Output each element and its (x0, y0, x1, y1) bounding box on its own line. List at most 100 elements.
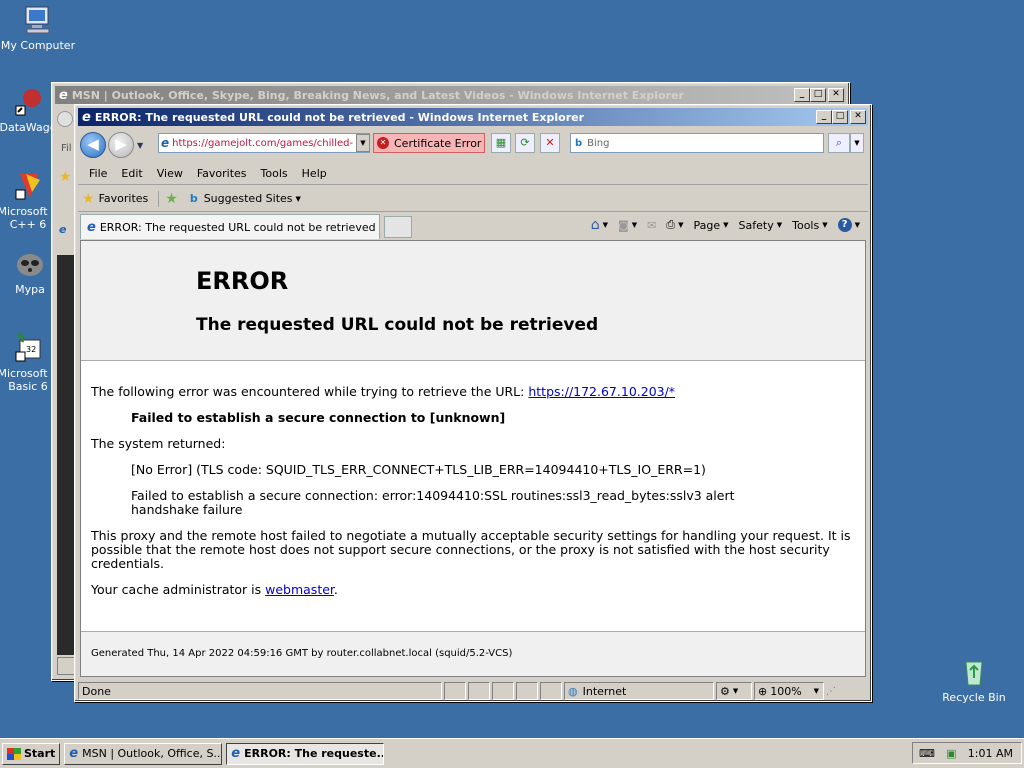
tab-error[interactable]: e ERROR: The requested URL could not be … (80, 214, 380, 239)
rss-icon: ◙ (618, 218, 629, 232)
zoom-level: 100% (770, 684, 802, 698)
certificate-error-button[interactable]: ✕ Certificate Error (373, 133, 485, 153)
security-zone-pane[interactable]: ◍ Internet (564, 682, 714, 700)
resize-grip-icon[interactable]: ⋰ (826, 686, 836, 697)
bing-icon: b (189, 192, 198, 205)
bing-icon: b (575, 137, 583, 149)
clock[interactable]: 1:01 AM (968, 747, 1013, 760)
page-menu[interactable]: Page ▼ (694, 219, 729, 232)
print-button[interactable]: ⎙ ▼ (666, 218, 683, 232)
error-header: ERROR The requested URL could not be ret… (81, 241, 865, 361)
refresh-button[interactable]: ⟳ (515, 133, 535, 153)
desktop-icon-my-computer[interactable]: My Computer (0, 4, 76, 52)
tls-code-message: [No Error] (TLS code: SQUID_TLS_ERR_CONN… (131, 462, 706, 477)
ie-page-icon: e (161, 136, 170, 150)
windows-flag-icon (7, 747, 21, 760)
menu-bar: File Edit View Favorites Tools Help (78, 163, 868, 185)
error-url-link[interactable]: https://172.67.10.203/* (528, 384, 675, 399)
ssl-error-line-2: handshake failure (131, 502, 243, 517)
status-pane (444, 682, 466, 700)
svg-text:32: 32 (26, 345, 36, 354)
back-button[interactable] (57, 111, 73, 127)
help-button[interactable]: ? ▼ (837, 218, 860, 232)
status-pane (540, 682, 562, 700)
chevron-down-icon: ▼ (295, 194, 301, 203)
menu-help[interactable]: Help (302, 167, 327, 180)
ssl-error-line-1: Failed to establish a secure connection:… (131, 488, 735, 503)
close-button[interactable]: ✕ (850, 110, 866, 124)
back-button[interactable]: ◀ (80, 132, 106, 158)
add-to-favorites-bar-button[interactable]: ★ (158, 190, 182, 207)
home-button[interactable]: ⌂ ▼ (591, 217, 608, 233)
ie-title-bar[interactable]: e ERROR: The requested URL could not be … (78, 108, 868, 126)
error-explanation: This proxy and the remote host failed to… (91, 528, 851, 571)
visual-cpp-icon (12, 170, 44, 202)
datawage-icon (12, 86, 44, 118)
help-icon: ? (837, 218, 852, 232)
status-text-pane: Done (78, 682, 442, 700)
minimize-button[interactable]: _ (816, 110, 832, 124)
stop-button[interactable]: ✕ (540, 133, 560, 153)
add-favorite-icon: ★ (165, 190, 178, 207)
msn-title-bar[interactable]: e MSN | Outlook, Office, Skype, Bing, Br… (55, 86, 846, 104)
favorites-star-icon[interactable]: ★ (59, 169, 72, 185)
minimize-button[interactable]: _ (794, 88, 810, 102)
read-mail-button[interactable]: ✉ (647, 219, 656, 232)
favorites-label: Favorites (98, 192, 149, 205)
menu-view[interactable]: View (157, 167, 183, 180)
menu-file[interactable]: File (89, 167, 107, 180)
taskbar-button-label: MSN | Outlook, Office, S... (82, 747, 223, 760)
search-placeholder: Bing (587, 137, 610, 149)
error-heading: ERROR (196, 267, 289, 295)
suggested-sites-button[interactable]: b Suggested Sites ▼ (190, 192, 301, 205)
close-button[interactable]: ✕ (828, 88, 844, 102)
webmaster-link[interactable]: webmaster (265, 582, 334, 597)
safety-menu[interactable]: Safety ▼ (739, 219, 783, 232)
msn-page-strip (57, 255, 75, 655)
feeds-button[interactable]: ◙ ▼ (618, 219, 637, 232)
status-pane (516, 682, 538, 700)
taskbar-button-label: ERROR: The requeste... (244, 747, 385, 760)
favorites-button[interactable]: ★ Favorites (82, 191, 148, 207)
ie-icon: e (82, 109, 91, 125)
search-options-button[interactable]: ▼ (850, 133, 864, 153)
protected-mode-button[interactable]: ⚙ ▼ (716, 682, 752, 700)
error-intro-text: The following error was encountered whil… (91, 384, 529, 399)
taskbar-button-msn[interactable]: e MSN | Outlook, Office, S... (64, 742, 223, 765)
menu-tools[interactable]: Tools (261, 167, 288, 180)
desktop-icon-recycle-bin[interactable]: Recycle Bin (936, 656, 1012, 704)
address-dropdown-button[interactable]: ▼ (356, 134, 370, 152)
menu-favorites[interactable]: Favorites (197, 167, 247, 180)
menu-edit[interactable]: Edit (121, 167, 142, 180)
visual-basic-icon: 32 (12, 332, 44, 364)
search-input[interactable]: b Bing (570, 133, 824, 153)
msn-menu-fragment: Fil (61, 143, 72, 154)
desktop-icon-label: Recycle Bin (942, 691, 1006, 704)
error-intro: The following error was encountered whil… (91, 385, 675, 399)
maximize-button[interactable]: □ (832, 110, 848, 124)
cache-admin-prefix: Your cache administrator is (91, 582, 266, 597)
ie-window[interactable]: e ERROR: The requested URL could not be … (74, 104, 872, 702)
keyboard-icon[interactable]: ⌨ (919, 747, 935, 760)
start-button[interactable]: Start (2, 742, 61, 765)
status-pane (468, 682, 490, 700)
zoom-button[interactable]: ⊕ 100% ▼ (754, 682, 824, 700)
ie-window-title: ERROR: The requested URL could not be re… (94, 110, 585, 124)
generated-timestamp: Generated Thu, 14 Apr 2022 04:59:16 GMT … (91, 648, 513, 659)
network-icon[interactable]: ▣ (946, 747, 956, 760)
taskbar-button-error[interactable]: e ERROR: The requeste... (226, 742, 385, 765)
forward-button[interactable]: ▶ (108, 132, 134, 158)
cache-admin-line: Your cache administrator is webmaster. (91, 583, 338, 597)
mail-icon: ✉ (647, 218, 657, 232)
new-tab-button[interactable] (384, 216, 412, 238)
tools-menu[interactable]: Tools ▼ (792, 219, 828, 232)
system-tray: ⌨ ▣ 1:01 AM (912, 742, 1022, 764)
ie-icon: e (59, 223, 67, 236)
recent-pages-dropdown-icon[interactable]: ▼ (137, 141, 143, 150)
search-button[interactable]: ⌕ (828, 133, 850, 153)
command-bar: ⌂ ▼ ◙ ▼ ✉ ⎙ ▼ Page ▼ Safety ▼ Tools ▼ ? ▼ (581, 217, 860, 233)
ie-icon: e (69, 746, 79, 761)
compatibility-view-button[interactable]: ▦ (491, 133, 511, 153)
maximize-button[interactable]: □ (810, 88, 826, 102)
address-bar[interactable]: e https://gamejolt.com/games/chilled- (158, 133, 370, 153)
